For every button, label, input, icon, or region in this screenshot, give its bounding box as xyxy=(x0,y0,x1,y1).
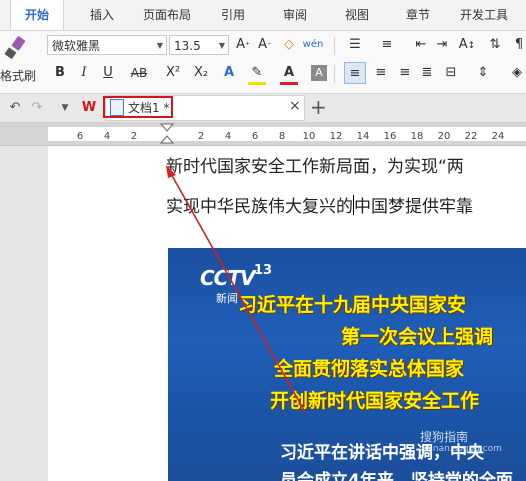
headline-line-4: 开创新时代国家安全工作 xyxy=(270,390,480,412)
quick-access-dropdown-icon[interactable]: ▼ xyxy=(54,97,76,119)
highlight-pen-icon[interactable]: ✎ xyxy=(246,62,268,84)
ruler-number: 4 xyxy=(224,131,232,142)
subscript-button[interactable]: X₂ xyxy=(188,62,214,84)
document-line-2: 实现中华民族伟大复兴的中国梦提供牢靠 xyxy=(166,192,473,217)
clear-format-icon[interactable]: ◇ xyxy=(278,34,300,56)
tab-references[interactable]: 引用 xyxy=(221,6,245,23)
ruler-number: 20 xyxy=(437,131,451,142)
document-tab-bar: ↶ ↷ ▼ W 文档1 * × + xyxy=(0,94,526,123)
indent-marker-icon[interactable] xyxy=(160,123,174,145)
redo-icon[interactable]: ↷ xyxy=(26,97,48,119)
align-left-button[interactable]: ≡ xyxy=(344,62,366,84)
highlight-color-bar xyxy=(248,82,266,85)
close-tab-icon[interactable]: × xyxy=(289,98,301,114)
font-color-button[interactable]: A xyxy=(278,62,300,84)
watermark-url: zhinan.sogou.com xyxy=(420,444,502,454)
text-direction-icon[interactable]: A↕ xyxy=(456,34,478,56)
ruler-number: 6 xyxy=(76,131,84,142)
new-tab-icon[interactable]: + xyxy=(310,95,327,119)
ribbon-home-panel: 格式刷 微软雅黑 ▼ 13.5 ▼ A⁺ A⁻ ◇ wén ☰ ≡ ⇤ ⇥ A↕… xyxy=(0,31,526,94)
tab-highlight-box xyxy=(103,96,173,118)
news-screenshot-image: CCTV 13 新闻 习近平在十九届中央国家安 第一次会议上强调 全面贯彻落实总… xyxy=(168,248,526,481)
ruler-number: 22 xyxy=(464,131,478,142)
ruler-number: 6 xyxy=(251,131,259,142)
ruler-track: 6 4 2 2 4 6 8 10 12 14 16 18 20 22 24 xyxy=(48,127,526,142)
headline-line-3: 全面贯彻落实总体国家 xyxy=(274,358,465,380)
shrink-font-button[interactable]: A⁻ xyxy=(254,34,276,56)
separator xyxy=(334,37,335,55)
separator xyxy=(334,65,335,83)
ruler-number: 24 xyxy=(491,131,505,142)
headline-line-2: 第一次会议上强调 xyxy=(341,326,494,348)
document-page[interactable]: 新时代国家安全工作新局面，为实现“两 实现中华民族伟大复兴的中国梦提供牢靠 CC… xyxy=(48,146,526,481)
line-2-before-cursor: 实现中华民族伟大复兴的 xyxy=(166,197,353,217)
superscript-button[interactable]: X² xyxy=(160,62,186,84)
tab-developer[interactable]: 开发工具 xyxy=(460,6,508,23)
text-effect-icon[interactable]: A xyxy=(218,62,240,84)
tab-insert[interactable]: 插入 xyxy=(90,6,114,23)
format-painter-icon[interactable] xyxy=(2,35,30,61)
align-center-button[interactable]: ≡ xyxy=(370,62,392,84)
ruler-number: 10 xyxy=(302,131,316,142)
font-color-bar xyxy=(280,82,298,85)
ruler-number: 4 xyxy=(103,131,111,142)
tab-section[interactable]: 章节 xyxy=(406,6,430,23)
ruler-number: 2 xyxy=(130,131,138,142)
grow-font-button[interactable]: A⁺ xyxy=(232,34,254,56)
char-shading-icon[interactable]: A xyxy=(311,65,327,81)
decrease-indent-icon[interactable]: ⇤ xyxy=(410,34,432,56)
italic-button[interactable]: I xyxy=(73,62,95,84)
ruler-number: 14 xyxy=(356,131,370,142)
channel-sub: 新闻 xyxy=(216,292,238,305)
font-size-value: 13.5 xyxy=(174,39,201,53)
shading-bucket-icon[interactable]: ◈ xyxy=(506,62,526,84)
channel-logo: CCTV xyxy=(200,266,255,290)
show-marks-icon[interactable]: ¶ xyxy=(508,34,526,56)
numbered-list-icon[interactable]: ≡ xyxy=(376,34,398,56)
strikethrough-button[interactable]: AB xyxy=(126,62,152,84)
ruler-number: 8 xyxy=(278,131,286,142)
distributed-align-button[interactable]: ⊟ xyxy=(440,62,462,84)
tab-view[interactable]: 视图 xyxy=(345,6,369,23)
channel-number: 13 xyxy=(254,263,273,278)
tab-review[interactable]: 审阅 xyxy=(283,6,307,23)
underline-button[interactable]: U xyxy=(97,62,119,84)
line-spacing-icon[interactable]: ⇕ xyxy=(472,62,494,84)
undo-icon[interactable]: ↶ xyxy=(4,97,26,119)
news-sub-line-2: 员会成立4年来，坚持党的全面 xyxy=(280,471,513,481)
ruler-number: 18 xyxy=(410,131,424,142)
watermark-text: 搜狗指南 xyxy=(420,430,469,444)
increase-indent-icon[interactable]: ⇥ xyxy=(431,34,453,56)
pinyin-guide-icon[interactable]: wén xyxy=(302,34,324,56)
ribbon-tab-bar: 开始 插入 页面布局 引用 审阅 视图 章节 开发工具 xyxy=(0,0,526,31)
wps-logo-icon[interactable]: W xyxy=(78,97,100,119)
align-right-button[interactable]: ≡ xyxy=(394,62,416,84)
ruler-number: 16 xyxy=(383,131,397,142)
sort-icon[interactable]: ⇅ xyxy=(484,34,506,56)
ruler-number: 12 xyxy=(329,131,343,142)
font-name-combo[interactable]: 微软雅黑 ▼ xyxy=(47,35,167,55)
document-line-1: 新时代国家安全工作新局面，为实现“两 xyxy=(166,157,464,177)
font-size-combo[interactable]: 13.5 ▼ xyxy=(169,35,229,55)
horizontal-ruler[interactable]: 6 4 2 2 4 6 8 10 12 14 16 18 20 22 24 xyxy=(0,123,526,146)
chevron-down-icon: ▼ xyxy=(218,41,225,50)
bold-button[interactable]: B xyxy=(49,62,71,84)
justify-button[interactable]: ≣ xyxy=(416,62,438,84)
tab-home[interactable]: 开始 xyxy=(10,0,65,30)
bullet-list-icon[interactable]: ☰ xyxy=(344,34,366,56)
font-name-value: 微软雅黑 xyxy=(52,39,101,53)
headline-line-1: 习近平在十九届中央国家安 xyxy=(238,294,467,316)
document-area: ▤ ▾ 新时代国家安全工作新局面，为实现“两 实现中华民族伟大复兴的中国梦提供牢… xyxy=(0,146,526,481)
chevron-down-icon: ▼ xyxy=(156,41,163,50)
ruler-number: 2 xyxy=(197,131,205,142)
tab-page-layout[interactable]: 页面布局 xyxy=(143,6,191,23)
line-2-after-cursor: 中国梦提供牢靠 xyxy=(354,197,473,217)
format-painter-label[interactable]: 格式刷 xyxy=(0,67,36,84)
